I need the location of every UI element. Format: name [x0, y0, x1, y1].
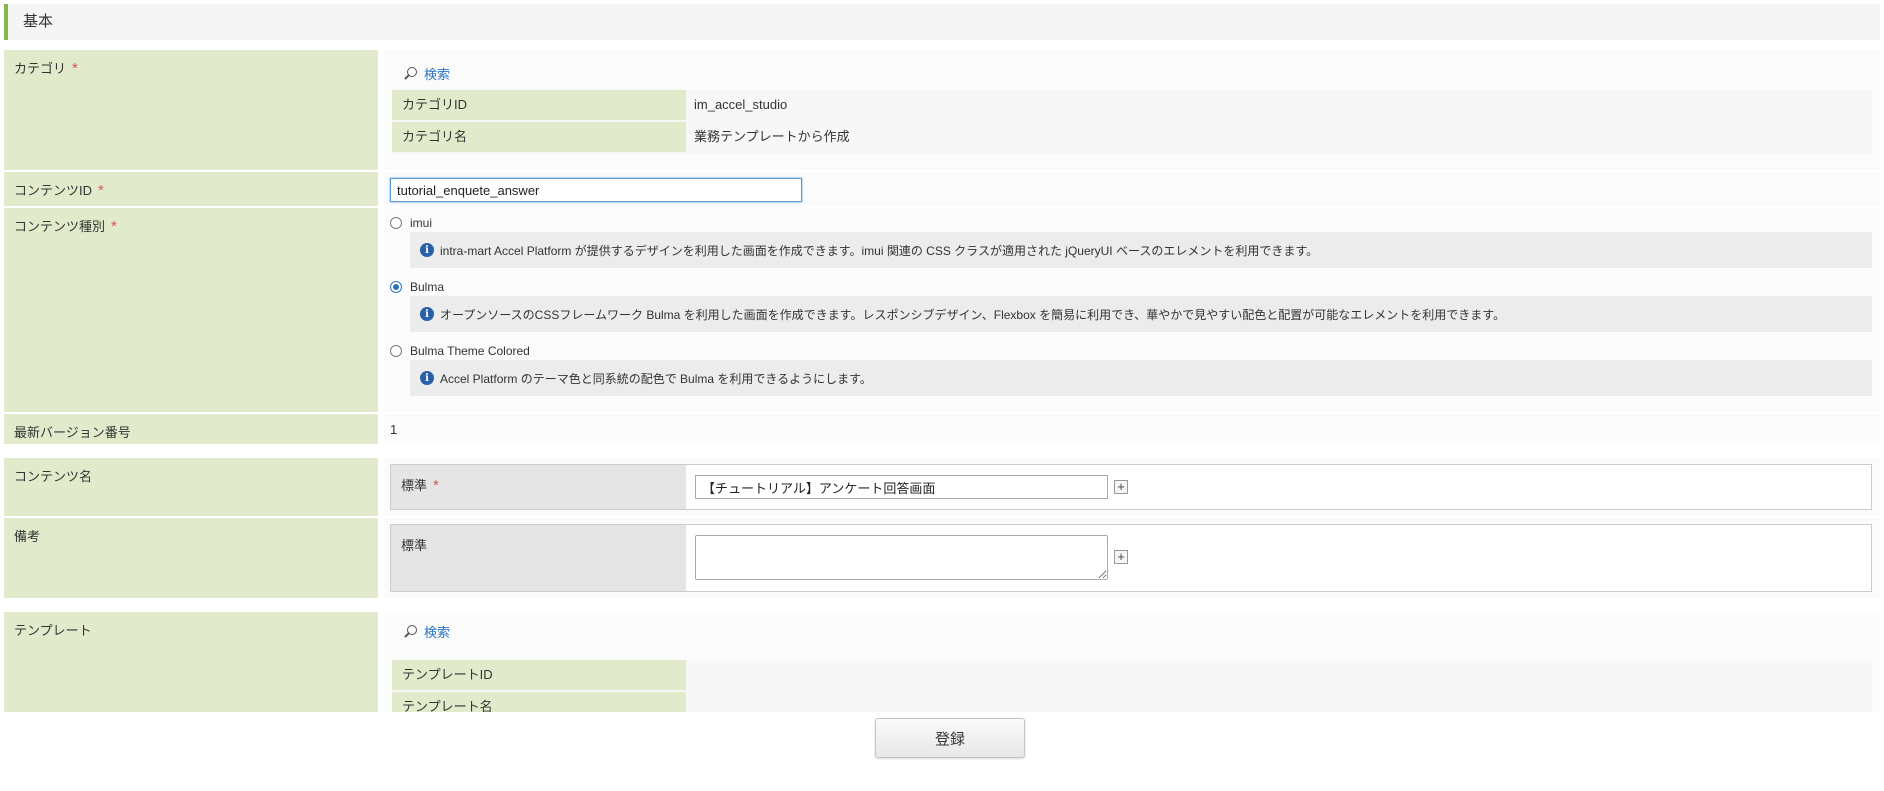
latest-version-label-cell: 最新バージョン番号	[4, 414, 378, 444]
content-id-input[interactable]	[390, 178, 802, 202]
section-header: 基本	[4, 4, 1880, 40]
latest-version-label: 最新バージョン番号	[14, 425, 131, 440]
category-id-row: カテゴリID im_accel_studio	[392, 90, 1872, 120]
remarks-label: 備考	[14, 529, 41, 544]
remarks-box: 標準	[390, 524, 1872, 592]
register-button[interactable]: 登録	[875, 718, 1025, 758]
content-type-label: コンテンツ種別	[14, 219, 106, 234]
content-name-label: コンテンツ名	[14, 469, 93, 484]
content-name-label-cell: コンテンツ名	[4, 458, 378, 516]
remarks-sub-label-cell: 標準	[391, 525, 686, 591]
latest-version-value-cell: 1	[384, 414, 1880, 444]
footer-bar: 登録	[0, 712, 1884, 791]
required-mark: *	[433, 477, 439, 494]
category-search-link[interactable]: 検索	[403, 64, 450, 83]
template-search-link[interactable]: 検索	[403, 622, 450, 641]
template-subtable: テンプレートID テンプレート名	[392, 660, 1872, 712]
content-name-sub-label: 標準	[401, 478, 428, 493]
info-icon: i	[420, 307, 434, 321]
template-search-label: 検索	[424, 625, 451, 640]
option-bulma-description: オープンソースのCSSフレームワーク Bulma を利用した画面を作成できます。…	[440, 307, 1506, 322]
section-title: 基本	[23, 13, 54, 30]
category-search-label: 検索	[424, 67, 451, 82]
required-mark: *	[72, 60, 78, 77]
category-subtable: カテゴリID im_accel_studio カテゴリ名 業務テンプレートから作…	[392, 90, 1872, 154]
required-mark: *	[98, 182, 104, 199]
remarks-label-cell: 備考	[4, 518, 378, 598]
remarks-sub-label: 標準	[401, 538, 428, 553]
required-mark: *	[111, 218, 117, 235]
remarks-textarea[interactable]	[695, 535, 1108, 580]
option-imui-label: imui	[410, 216, 433, 230]
search-icon	[403, 66, 418, 81]
form-scroll-area[interactable]: 基本 カテゴリ * 検索 カテゴリID im_accel_studio カテゴリ名…	[0, 0, 1884, 712]
latest-version-value: 1	[390, 422, 398, 437]
add-icon[interactable]: +	[1114, 480, 1128, 494]
category-id-value: im_accel_studio	[694, 97, 788, 112]
category-id-key: カテゴリID	[392, 90, 686, 120]
category-name-row: カテゴリ名 業務テンプレートから作成	[392, 122, 1872, 152]
content-type-label-cell: コンテンツ種別 *	[4, 208, 378, 412]
template-label-cell: テンプレート	[4, 612, 378, 712]
search-icon	[403, 624, 418, 639]
template-id-key: テンプレートID	[392, 660, 686, 690]
option-bulma-theme-colored-label: Bulma Theme Colored	[410, 344, 530, 358]
content-name-input[interactable]	[695, 475, 1108, 499]
radio-imui[interactable]	[390, 217, 402, 229]
template-name-key: テンプレート名	[392, 692, 686, 712]
content-id-label: コンテンツID	[14, 183, 93, 198]
template-id-row: テンプレートID	[392, 660, 1872, 690]
add-icon[interactable]: +	[1114, 550, 1128, 564]
category-label-cell: カテゴリ *	[4, 50, 378, 170]
content-type-option-bulma-theme-colored[interactable]: Bulma Theme Colored	[390, 344, 530, 358]
info-icon: i	[420, 371, 434, 385]
template-label: テンプレート	[14, 623, 92, 638]
option-bulma-theme-colored-info: i Accel Platform のテーマ色と同系統の配色で Bulma を利用…	[410, 360, 1872, 396]
info-icon: i	[420, 243, 434, 257]
option-bulma-theme-colored-description: Accel Platform のテーマ色と同系統の配色で Bulma を利用でき…	[440, 371, 872, 386]
option-bulma-info: i オープンソースのCSSフレームワーク Bulma を利用した画面を作成できま…	[410, 296, 1872, 332]
category-name-key: カテゴリ名	[392, 122, 686, 152]
category-name-value: 業務テンプレートから作成	[694, 129, 850, 144]
content-type-option-bulma[interactable]: Bulma	[390, 280, 444, 294]
radio-bulma-theme-colored[interactable]	[390, 345, 402, 357]
template-name-row: テンプレート名	[392, 692, 1872, 712]
option-imui-description: intra-mart Accel Platform が提供するデザインを利用した…	[440, 243, 1319, 258]
content-type-option-imui[interactable]: imui	[390, 216, 432, 230]
category-label: カテゴリ	[14, 61, 67, 76]
content-name-sub-label-cell: 標準 *	[391, 465, 686, 509]
radio-bulma[interactable]	[390, 281, 402, 293]
option-bulma-label: Bulma	[410, 280, 445, 294]
content-id-label-cell: コンテンツID *	[4, 172, 378, 206]
option-imui-info: i intra-mart Accel Platform が提供するデザインを利用…	[410, 232, 1872, 268]
content-name-box: 標準 *	[390, 464, 1872, 510]
